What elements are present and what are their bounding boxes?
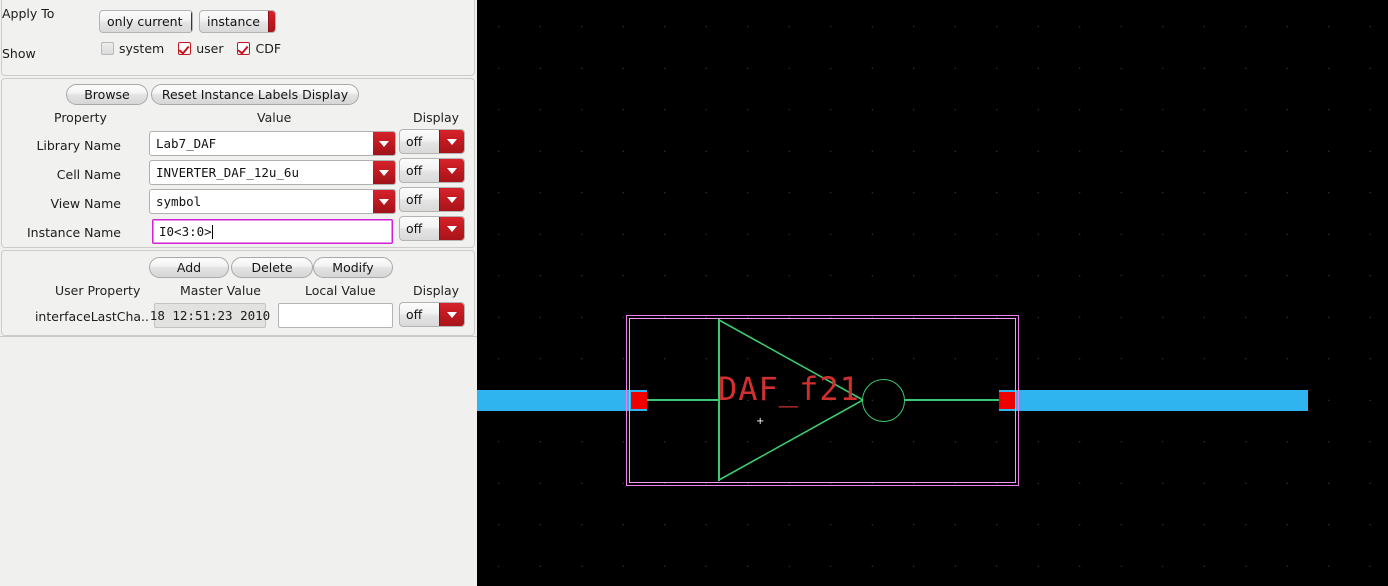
column-header-master-value: Master Value [180,283,261,298]
instance-name-display-dropdown[interactable]: off [399,216,465,241]
symbol-label[interactable]: DAF_f21 [718,373,860,405]
instance-name-display-value: off [406,221,423,236]
checkbox-unchecked-icon [101,42,114,55]
show-cdf-checkbox[interactable]: CDF [237,41,281,56]
show-user-label: user [196,41,224,56]
view-name-display-value: off [406,192,423,207]
wire-bus-right[interactable] [999,390,1308,411]
schematic-canvas[interactable]: DAF_f21 + [477,0,1388,586]
cell-name-combo[interactable]: INVERTER_DAF_12u_6u [149,160,396,185]
text-caret [211,224,213,239]
modify-button[interactable]: Modify [313,257,393,278]
apply-to-target-dropdown[interactable]: instance [199,10,276,33]
checkbox-checked-icon [237,42,251,55]
apply-to-scope-dropdown[interactable]: only current [99,10,193,33]
column-header-property: Property [54,110,107,125]
view-name-display-dropdown[interactable]: off [399,187,465,212]
column-header-value: Value [257,110,292,125]
row-label-instance-name: Instance Name [26,225,121,240]
view-name-combo[interactable]: symbol [149,189,396,214]
pin-square-input[interactable] [631,392,647,409]
delete-button[interactable]: Delete [231,257,313,278]
crosshair-marker-icon: + [756,416,765,427]
chevron-down-icon [267,11,275,32]
wire-bus-left[interactable] [477,390,647,411]
canvas-grid [477,0,1388,586]
apply-to-target-value: instance [207,14,260,29]
chevron-down-icon [190,11,192,32]
panel-divider [0,336,477,337]
row-label-cell-name: Cell Name [56,167,121,182]
view-name-value: symbol [156,194,202,209]
library-name-value: Lab7_DAF [156,136,217,151]
symbol-input-lead [639,399,720,401]
cell-name-value: INVERTER_DAF_12u_6u [156,165,299,180]
user-properties-group: Add Delete Modify User Property Master V… [1,250,475,336]
apply-to-group: Apply To only current instance Show syst… [1,0,475,76]
show-user-checkbox[interactable]: user [178,41,223,56]
cell-name-display-value: off [406,163,423,178]
local-value-input[interactable] [278,303,393,328]
column-header-user-property: User Property [55,283,141,298]
show-system-label: system [119,41,165,56]
show-cdf-label: CDF [255,41,282,56]
user-property-display-value: off [406,307,423,322]
column-header-user-display: Display [413,283,460,298]
chevron-down-icon [439,188,464,211]
pin-square-output[interactable] [999,392,1015,409]
row-label-library-name: Library Name [36,138,121,153]
chevron-down-icon [439,159,464,182]
apply-to-label: Apply To [2,6,55,21]
show-checkbox-group: system user CDF [101,41,295,56]
edit-object-properties-panel: Apply To only current instance Show syst… [0,0,477,586]
show-system-checkbox[interactable]: system [101,41,164,56]
checkbox-checked-icon [178,42,192,55]
instance-name-value: I0<3:0> [159,224,212,239]
symbol-output-lead [904,399,1004,401]
user-property-display-dropdown[interactable]: off [399,302,465,327]
library-name-display-value: off [406,134,423,149]
row-label-view-name: View Name [50,196,121,211]
reset-instance-labels-display-button[interactable]: Reset Instance Labels Display [151,84,359,105]
application-window: Apply To only current instance Show syst… [0,0,1388,586]
chevron-down-icon [373,161,395,184]
library-name-combo[interactable]: Lab7_DAF [149,131,396,156]
show-label: Show [2,46,36,61]
cell-name-display-dropdown[interactable]: off [399,158,465,183]
chevron-down-icon [439,130,464,153]
property-table-group: Browse Reset Instance Labels Display Pro… [1,78,475,248]
chevron-down-icon [373,190,395,213]
chevron-down-icon [439,217,464,240]
column-header-display: Display [413,110,460,125]
apply-to-scope-value: only current [107,14,183,29]
browse-button[interactable]: Browse [66,84,148,105]
chevron-down-icon [439,303,464,326]
master-value-field: 18 12:51:23 2010 [150,303,270,328]
column-header-local-value: Local Value [305,283,376,298]
user-property-label: interfaceLastCha.. [34,309,149,324]
symbol-inversion-bubble [862,379,905,422]
library-name-display-dropdown[interactable]: off [399,129,465,154]
instance-name-input[interactable]: I0<3:0> [152,219,393,244]
chevron-down-icon [373,132,395,155]
add-button[interactable]: Add [149,257,229,278]
